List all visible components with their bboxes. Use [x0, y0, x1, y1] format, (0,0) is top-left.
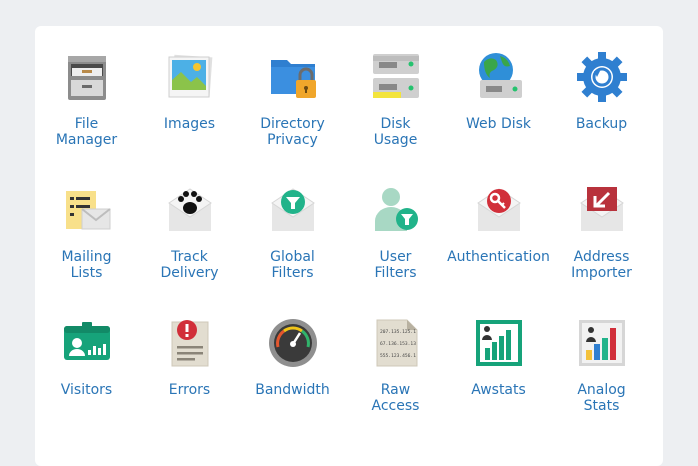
- visitors-label: Visitors: [60, 382, 113, 398]
- mailing-lists-label: Mailing Lists: [61, 249, 112, 281]
- globe-drive-icon: [478, 53, 522, 98]
- filter-envelope-icon: [270, 188, 315, 231]
- awstats-label: Awstats: [471, 382, 526, 398]
- web-disk-label: Web Disk: [465, 116, 532, 132]
- file-manager-label: File Manager: [55, 116, 118, 148]
- errors-label: Errors: [168, 382, 211, 398]
- global-filters-label: Global Filters: [270, 249, 315, 281]
- visitors-link[interactable]: Visitors: [35, 316, 138, 449]
- disk-usage-label: Disk Usage: [373, 116, 418, 148]
- address-importer-link[interactable]: Address Importer: [550, 183, 653, 316]
- analog-stats-link[interactable]: Analog Stats: [550, 316, 653, 449]
- user-filter-icon: [374, 188, 418, 231]
- analog-stats-label: Analog Stats: [577, 382, 626, 414]
- ip-line-2: 67.136.153.13: [380, 341, 416, 347]
- locked-folder-icon: [270, 60, 316, 98]
- key-envelope-icon: [476, 188, 521, 231]
- paw-envelope-icon: [167, 188, 212, 231]
- errors-link[interactable]: Errors: [138, 316, 241, 449]
- gauge-icon: [268, 319, 317, 367]
- web-disk-link[interactable]: Web Disk: [447, 50, 550, 183]
- ip-line-3: 555.123.456.1: [380, 353, 416, 359]
- images-label: Images: [163, 116, 216, 132]
- directory-privacy-link[interactable]: Directory Privacy: [241, 50, 344, 183]
- raw-access-link[interactable]: 207.135.125.1 67.136.153.13 555.123.456.…: [344, 316, 447, 449]
- authentication-link[interactable]: Authentication: [447, 183, 550, 316]
- file-cabinet-icon: [67, 56, 106, 100]
- user-filters-label: User Filters: [374, 249, 417, 281]
- bandwidth-link[interactable]: Bandwidth: [241, 316, 344, 449]
- photo-icon: [168, 54, 212, 98]
- bandwidth-label: Bandwidth: [255, 382, 330, 398]
- raw-access-label: Raw Access: [371, 382, 420, 414]
- backup-link[interactable]: Backup: [550, 50, 653, 183]
- user-filters-link[interactable]: User Filters: [344, 183, 447, 316]
- mailing-lists-link[interactable]: Mailing Lists: [35, 183, 138, 316]
- authentication-label: Authentication: [447, 249, 550, 265]
- stats-chart-icon: [475, 320, 522, 366]
- backup-label: Backup: [575, 116, 628, 132]
- directory-privacy-label: Directory Privacy: [260, 116, 325, 148]
- mail-list-icon: [65, 191, 111, 230]
- ip-line-1: 207.135.125.1: [380, 329, 416, 335]
- visitor-badge-icon: [63, 322, 110, 360]
- disk-usage-link[interactable]: Disk Usage: [344, 50, 447, 183]
- images-link[interactable]: Images: [138, 50, 241, 183]
- error-document-icon: [171, 320, 208, 367]
- address-importer-label: Address Importer: [571, 249, 632, 281]
- disk-drives-icon: [372, 54, 419, 98]
- track-delivery-link[interactable]: Track Delivery: [138, 183, 241, 316]
- track-delivery-label: Track Delivery: [160, 249, 219, 281]
- awstats-link[interactable]: Awstats: [447, 316, 550, 449]
- global-filters-link[interactable]: Global Filters: [241, 183, 344, 316]
- tools-panel: File Manager Images Directory Privacy Di…: [35, 26, 663, 466]
- backup-gear-icon: [576, 52, 627, 102]
- tools-grid: File Manager Images Directory Privacy Di…: [35, 50, 663, 449]
- file-manager-link[interactable]: File Manager: [35, 50, 138, 183]
- analog-chart-icon: [578, 320, 625, 366]
- import-envelope-icon: [579, 187, 624, 231]
- ip-log-document-icon: 207.135.125.1 67.136.153.13 555.123.456.…: [376, 319, 417, 367]
